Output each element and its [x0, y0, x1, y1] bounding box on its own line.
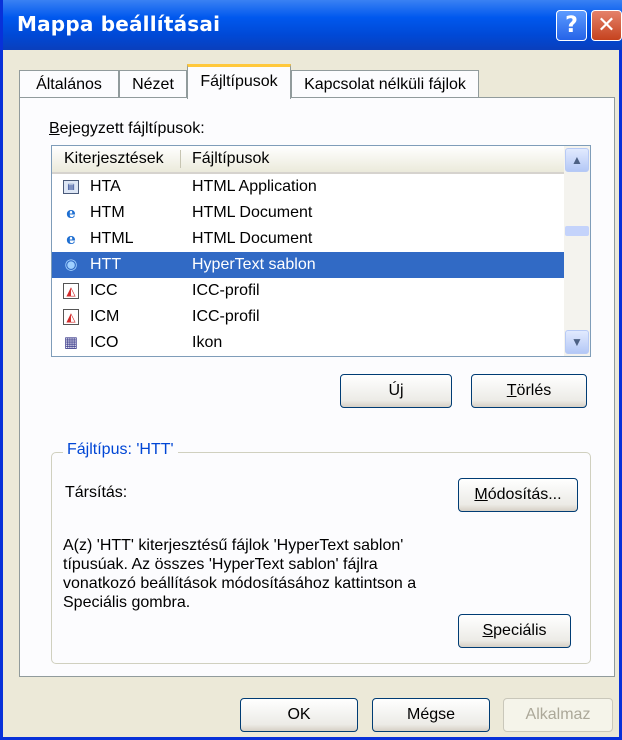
list-row-icc[interactable]: ◭ ICC ICC-profil: [52, 278, 564, 304]
row-file-type: HTML Document: [192, 204, 313, 221]
ie-document-icon: e: [66, 204, 76, 222]
scroll-thumb[interactable]: [565, 226, 589, 236]
hta-app-icon: ▤: [63, 180, 79, 194]
list-header: Kiterjesztések Fájltípusok: [52, 146, 564, 174]
row-extension: HTT: [90, 256, 122, 273]
tab-view[interactable]: Nézet: [119, 70, 187, 97]
row-extension: HTML: [90, 230, 134, 247]
column-separator[interactable]: [180, 150, 181, 168]
list-row-html[interactable]: e HTML HTML Document: [52, 226, 564, 252]
column-header-extensions[interactable]: Kiterjesztések: [64, 146, 164, 172]
change-button-label: ódosítás...: [487, 486, 562, 503]
folder-options-dialog: Mappa beállításai ? ✕ Általános Nézet Fá…: [0, 0, 622, 740]
icon-file-icon: ▦: [63, 334, 79, 351]
list-row-hta[interactable]: ▤ HTA HTML Application: [52, 174, 564, 200]
close-button[interactable]: ✕: [591, 10, 622, 41]
delete-button-label: örlés: [516, 382, 552, 399]
apply-button: Alkalmaz: [503, 698, 613, 732]
registered-file-types-label: Bejegyzett fájltípusok:: [49, 120, 205, 137]
hypertext-icon: ◉: [64, 256, 78, 273]
chevron-up-icon: ▲: [571, 153, 583, 167]
change-button[interactable]: Módosítás...: [458, 478, 578, 512]
column-header-file-types[interactable]: Fájltípusok: [192, 146, 269, 172]
advanced-button-label: peciális: [493, 622, 547, 639]
file-types-list[interactable]: Kiterjesztések Fájltípusok ▤ HTA HTML Ap…: [51, 145, 591, 357]
list-row-htm[interactable]: e HTM HTML Document: [52, 200, 564, 226]
cancel-button[interactable]: Mégse: [372, 698, 490, 732]
row-file-type: Ikon: [192, 334, 223, 351]
row-file-type: HyperText sablon: [192, 256, 316, 273]
question-mark-icon: ?: [565, 13, 578, 38]
advanced-button[interactable]: Speciális: [458, 614, 571, 648]
help-button[interactable]: ?: [556, 10, 587, 41]
row-extension: ICO: [90, 334, 119, 351]
row-file-type: ICC-profil: [192, 308, 260, 325]
scroll-down-button[interactable]: ▼: [565, 330, 589, 354]
chevron-down-icon: ▼: [571, 335, 583, 349]
list-row-htt[interactable]: ◉ HTT HyperText sablon: [52, 252, 564, 278]
list-row-ico[interactable]: ▦ ICO Ikon: [52, 330, 564, 356]
vertical-scrollbar[interactable]: ▲ ▼: [564, 146, 590, 356]
delete-button[interactable]: Törlés: [471, 374, 587, 408]
scroll-up-button[interactable]: ▲: [565, 148, 589, 172]
title-bar[interactable]: Mappa beállításai ? ✕: [3, 0, 622, 50]
row-file-type: HTML Application: [192, 178, 317, 195]
tab-offline-files[interactable]: Kapcsolat nélküli fájlok: [291, 70, 479, 97]
row-extension: ICC: [90, 282, 118, 299]
color-profile-icon: ◭: [63, 283, 79, 299]
ie-document-icon: e: [66, 230, 76, 248]
apply-button-label: Alkalmaz: [525, 706, 591, 723]
row-file-type: HTML Document: [192, 230, 313, 247]
row-extension: ICM: [90, 308, 120, 325]
opens-with-label: Társítás:: [65, 484, 128, 501]
row-extension: HTA: [90, 178, 121, 195]
row-extension: HTM: [90, 204, 125, 221]
new-button[interactable]: Új: [340, 374, 452, 408]
ok-button[interactable]: OK: [240, 698, 358, 732]
color-profile-icon: ◭: [63, 309, 79, 325]
window-title: Mappa beállításai: [17, 12, 221, 36]
list-row-icm[interactable]: ◭ ICM ICC-profil: [52, 304, 564, 330]
group-title: Fájltípus: 'HTT': [63, 441, 178, 459]
tab-file-types[interactable]: Fájltípusok: [187, 64, 291, 99]
close-icon: ✕: [597, 13, 616, 38]
row-file-type: ICC-profil: [192, 282, 260, 299]
tab-general[interactable]: Általános: [19, 70, 119, 97]
file-type-description: A(z) 'HTT' kiterjesztésű fájlok 'HyperTe…: [63, 537, 417, 611]
